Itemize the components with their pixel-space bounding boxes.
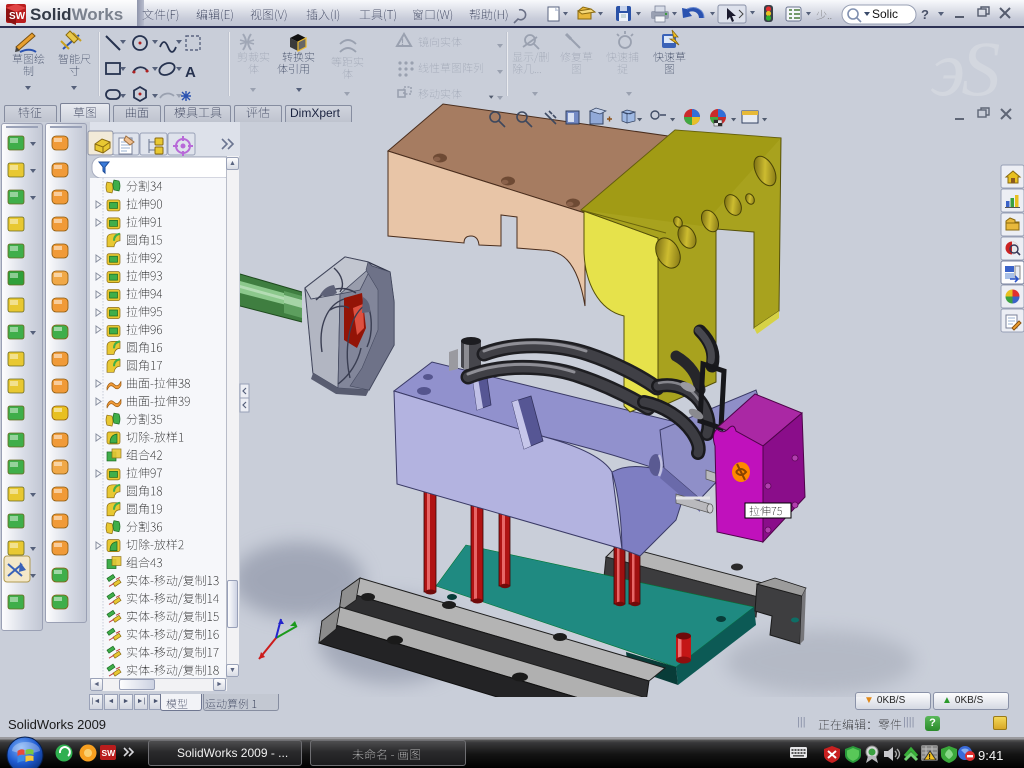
svg-text:!: ! <box>401 37 404 47</box>
svg-text:϶S: ϶S <box>930 25 1000 112</box>
svg-text:A: A <box>185 64 196 81</box>
